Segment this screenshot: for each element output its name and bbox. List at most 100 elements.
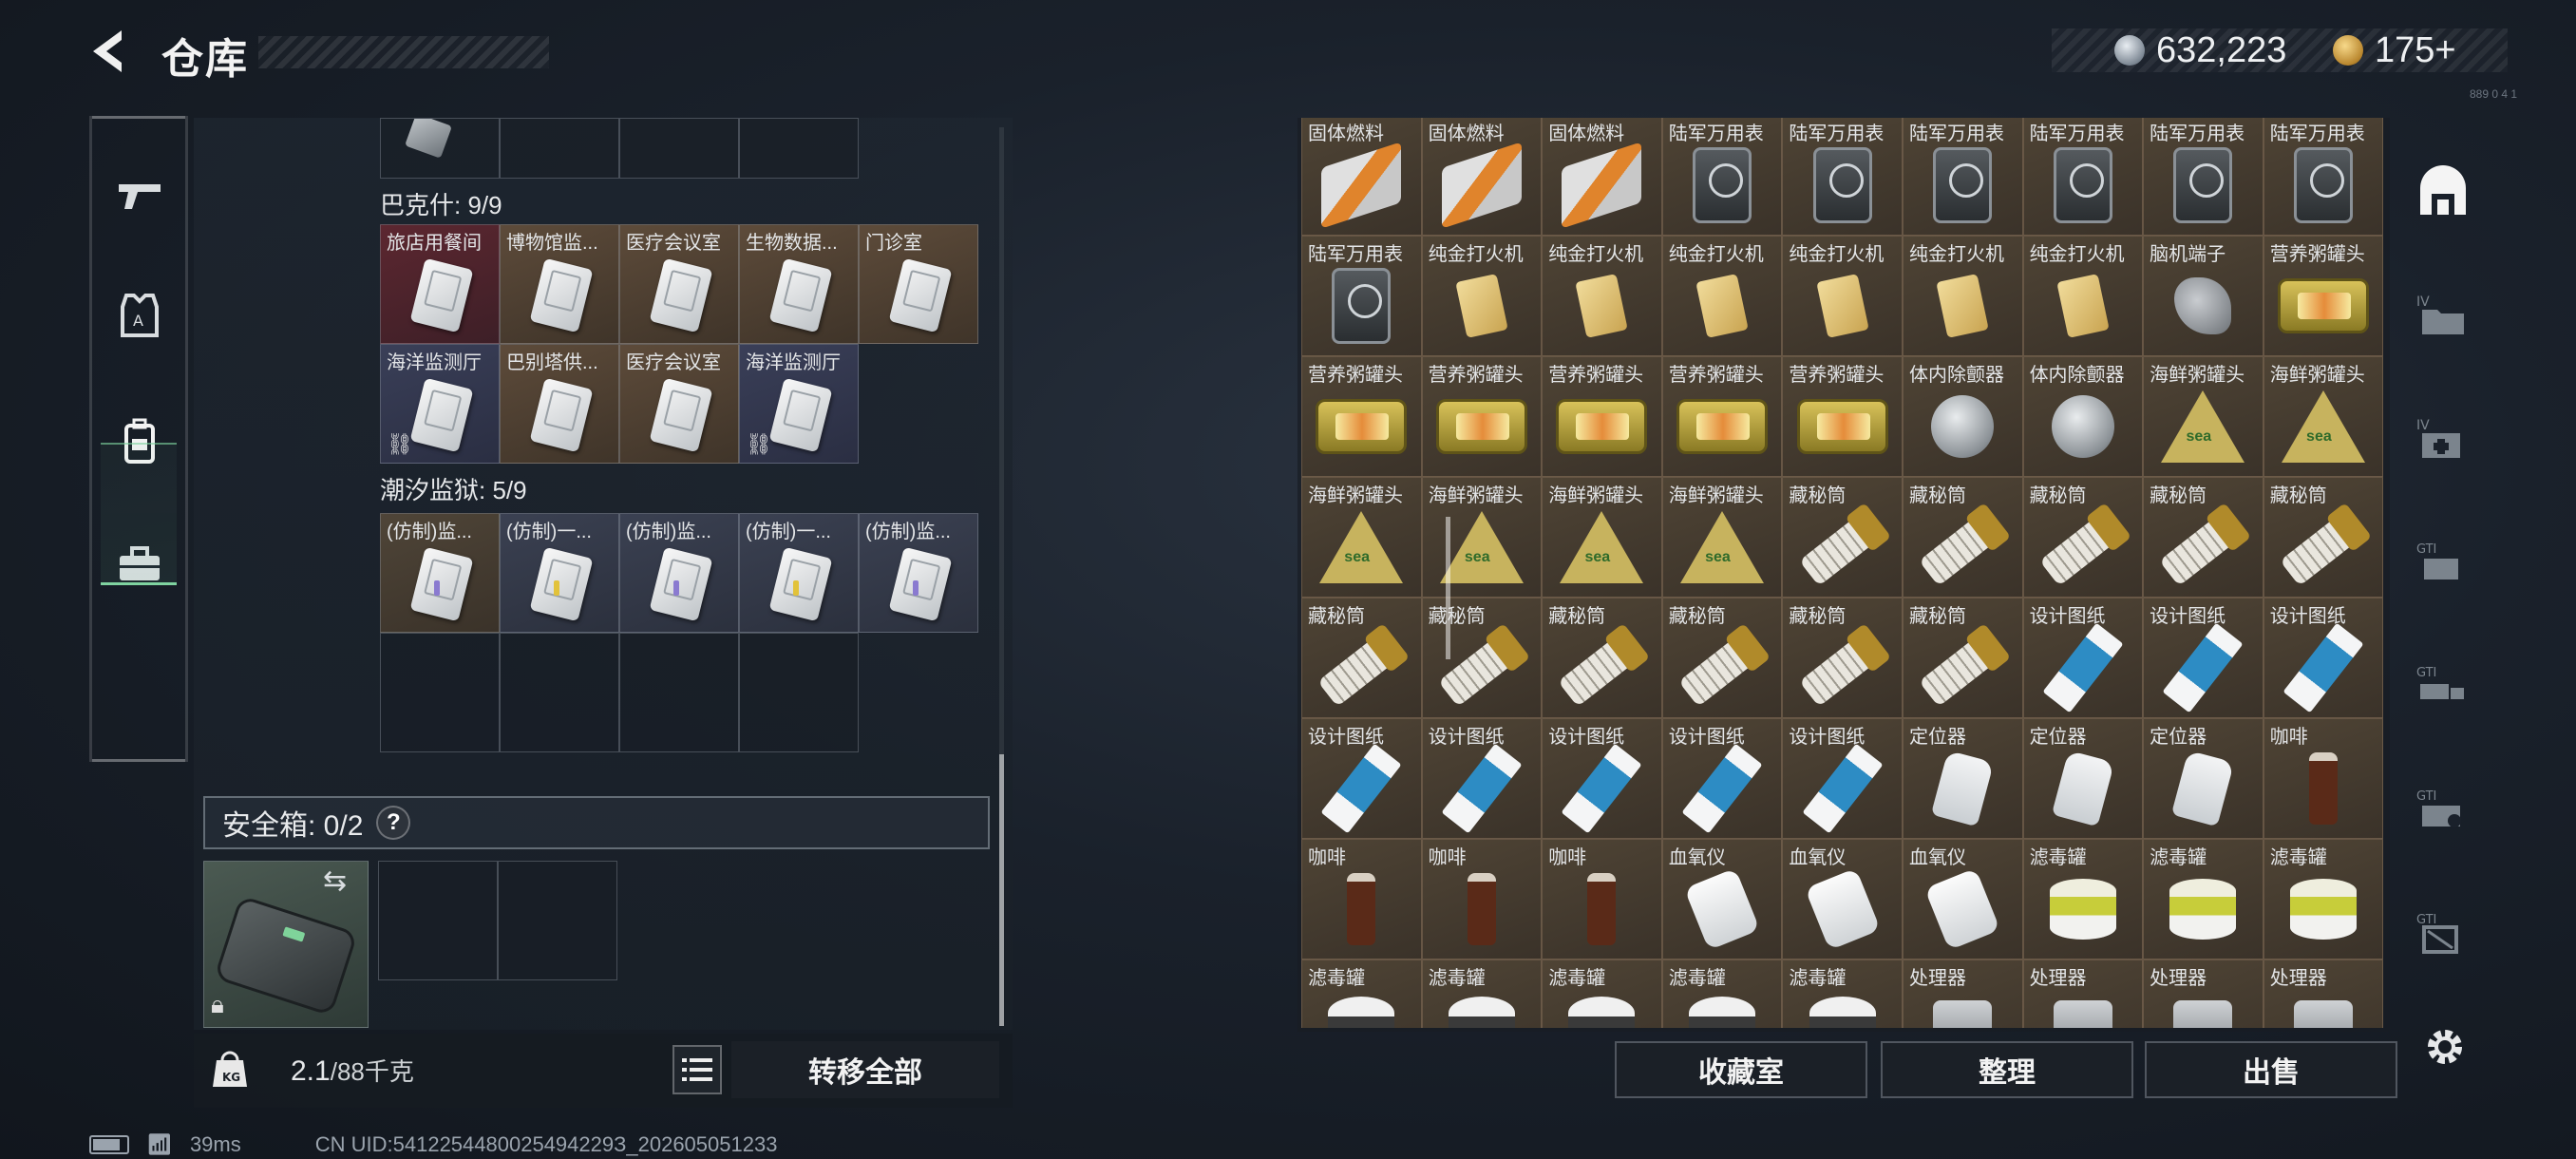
nav-medkit[interactable]: IV: [2405, 401, 2481, 477]
stash-item-slot[interactable]: 设计图纸: [1542, 718, 1662, 839]
keycard-slot[interactable]: 博物馆监...: [500, 224, 619, 344]
stash-item-slot[interactable]: 咖啡: [1421, 839, 1543, 960]
stash-item-slot[interactable]: 血氧仪: [1902, 839, 2023, 960]
stash-item-slot[interactable]: 定位器: [2022, 718, 2144, 839]
keycard-slot[interactable]: 门诊室: [859, 224, 978, 344]
stash-item-slot[interactable]: 处理器: [2022, 960, 2144, 1028]
transfer-all-button[interactable]: 转移全部: [731, 1041, 999, 1098]
stash-item-slot[interactable]: 陆军万用表: [2022, 118, 2144, 236]
stash-item-slot[interactable]: 设计图纸: [1421, 718, 1543, 839]
stash-item-slot[interactable]: 藏秘筒: [2022, 477, 2144, 598]
stash-item-slot[interactable]: 处理器: [2263, 960, 2384, 1028]
keycard-slot[interactable]: 医疗会议室: [619, 224, 739, 344]
inventory-slot[interactable]: [739, 118, 859, 179]
inventory-slot[interactable]: [380, 633, 500, 752]
stash-item-slot[interactable]: 陆军万用表: [1782, 118, 1903, 236]
keycard-slot[interactable]: 旅店用餐间: [380, 224, 500, 344]
nav-gti-2[interactable]: GTI: [2405, 648, 2481, 724]
stash-item-slot[interactable]: 咖啡: [2263, 718, 2384, 839]
stash-item-slot[interactable]: 固体燃料: [1421, 118, 1543, 236]
keycard-slot[interactable]: (仿制)一...: [739, 513, 859, 633]
stash-item-slot[interactable]: 滤毒罐: [1782, 960, 1903, 1028]
stash-item-slot[interactable]: 藏秘筒: [1782, 598, 1903, 718]
stash-item-slot[interactable]: 藏秘筒: [1301, 598, 1422, 718]
nav-weapon[interactable]: [102, 158, 178, 234]
stash-item-slot[interactable]: 海鲜粥罐头: [1661, 477, 1783, 598]
keycard-slot[interactable]: 生物数据...: [739, 224, 859, 344]
stash-item-slot[interactable]: 纯金打火机: [2022, 236, 2144, 356]
keycard-slot[interactable]: (仿制)监...: [619, 513, 739, 633]
stash-item-slot[interactable]: 藏秘筒: [1421, 598, 1543, 718]
list-view-button[interactable]: [672, 1045, 722, 1094]
stash-item-slot[interactable]: 脑机端子: [2143, 236, 2263, 356]
stash-item-slot[interactable]: 体内除颤器: [1902, 356, 2023, 477]
stash-item-slot[interactable]: 定位器: [1902, 718, 2023, 839]
stash-item-slot[interactable]: 陆军万用表: [1902, 118, 2023, 236]
safe-slot[interactable]: [498, 861, 617, 980]
stash-item-slot[interactable]: 纯金打火机: [1421, 236, 1543, 356]
nav-armor[interactable]: A: [102, 277, 178, 353]
stash-item-slot[interactable]: 滤毒罐: [1421, 960, 1543, 1028]
stash-item-slot[interactable]: 藏秘筒: [2143, 477, 2263, 598]
stash-item-slot[interactable]: 海鲜粥罐头: [1542, 477, 1662, 598]
stash-item-slot[interactable]: 设计图纸: [1782, 718, 1903, 839]
stash-item-slot[interactable]: 营养粥罐头: [1542, 356, 1662, 477]
stash-item-slot[interactable]: 滤毒罐: [2022, 839, 2144, 960]
nav-gti-4[interactable]: GTI: [2405, 895, 2481, 971]
stash-item-slot[interactable]: 血氧仪: [1782, 839, 1903, 960]
inventory-slot[interactable]: [500, 633, 619, 752]
organize-button[interactable]: 整理: [1881, 1041, 2133, 1098]
stash-item-slot[interactable]: 滤毒罐: [1542, 960, 1662, 1028]
stash-item-slot[interactable]: 营养粥罐头: [1421, 356, 1543, 477]
nav-gti-3[interactable]: GTI: [2405, 771, 2481, 847]
stash-item-slot[interactable]: 纯金打火机: [1902, 236, 2023, 356]
nav-folder[interactable]: IV: [2405, 277, 2481, 353]
backpack-scrollbar[interactable]: [999, 127, 1004, 1026]
stash-item-slot[interactable]: 海鲜粥罐头: [1421, 477, 1543, 598]
gold-amount[interactable]: 175+: [2375, 30, 2456, 71]
stash-item-slot[interactable]: 滤毒罐: [1301, 960, 1422, 1028]
stash-item-slot[interactable]: 藏秘筒: [1542, 598, 1662, 718]
stash-item-slot[interactable]: 营养粥罐头: [1301, 356, 1422, 477]
stash-item-slot[interactable]: 滤毒罐: [1661, 960, 1783, 1028]
inventory-slot[interactable]: [619, 118, 739, 179]
stash-item-slot[interactable]: 海鲜粥罐头: [2143, 356, 2263, 477]
stash-scrollbar[interactable]: [1446, 118, 1450, 1032]
keycard-slot[interactable]: 海洋监测厅 ⛓: [739, 344, 859, 464]
inventory-slot[interactable]: [619, 633, 739, 752]
stash-item-slot[interactable]: 咖啡: [1542, 839, 1662, 960]
stash-item-slot[interactable]: 固体燃料: [1542, 118, 1662, 236]
stash-item-slot[interactable]: 血氧仪: [1661, 839, 1783, 960]
nav-gti-1[interactable]: GTI: [2405, 524, 2481, 600]
stash-item-slot[interactable]: 固体燃料: [1301, 118, 1422, 236]
stash-item-slot[interactable]: 咖啡: [1301, 839, 1422, 960]
back-button[interactable]: [84, 25, 137, 78]
collection-button[interactable]: 收藏室: [1615, 1041, 1867, 1098]
sell-button[interactable]: 出售: [2145, 1041, 2397, 1098]
stash-item-slot[interactable]: 纯金打火机: [1661, 236, 1783, 356]
stash-item-slot[interactable]: 藏秘筒: [2263, 477, 2384, 598]
stash-item-slot[interactable]: 设计图纸: [2263, 598, 2384, 718]
keycard-slot[interactable]: 海洋监测厅 ⛓: [380, 344, 500, 464]
stash-item-slot[interactable]: 营养粥罐头: [1661, 356, 1783, 477]
stash-item-slot[interactable]: 营养粥罐头: [2263, 236, 2384, 356]
keycard-slot[interactable]: (仿制)监...: [380, 513, 500, 633]
swap-icon[interactable]: ⇆: [323, 864, 347, 898]
keycard-slot[interactable]: (仿制)监...: [859, 513, 978, 633]
help-icon[interactable]: ?: [376, 806, 411, 840]
stash-item-slot[interactable]: 海鲜粥罐头: [2263, 356, 2384, 477]
stash-item-slot[interactable]: 藏秘筒: [1782, 477, 1903, 598]
stash-item-slot[interactable]: 藏秘筒: [1661, 598, 1783, 718]
inventory-slot[interactable]: [739, 633, 859, 752]
stash-item-slot[interactable]: 营养粥罐头: [1782, 356, 1903, 477]
stash-item-slot[interactable]: 设计图纸: [1301, 718, 1422, 839]
keycard-slot[interactable]: 医疗会议室: [619, 344, 739, 464]
stash-item-slot[interactable]: 陆军万用表: [1661, 118, 1783, 236]
stash-item-slot[interactable]: 陆军万用表: [2263, 118, 2384, 236]
stash-item-slot[interactable]: 藏秘筒: [1902, 598, 2023, 718]
stash-item-slot[interactable]: 海鲜粥罐头: [1301, 477, 1422, 598]
stash-item-slot[interactable]: 滤毒罐: [2143, 839, 2263, 960]
settings-gear-icon[interactable]: [2420, 1022, 2470, 1072]
stash-item-slot[interactable]: 处理器: [1902, 960, 2023, 1028]
inventory-slot[interactable]: [500, 118, 619, 179]
